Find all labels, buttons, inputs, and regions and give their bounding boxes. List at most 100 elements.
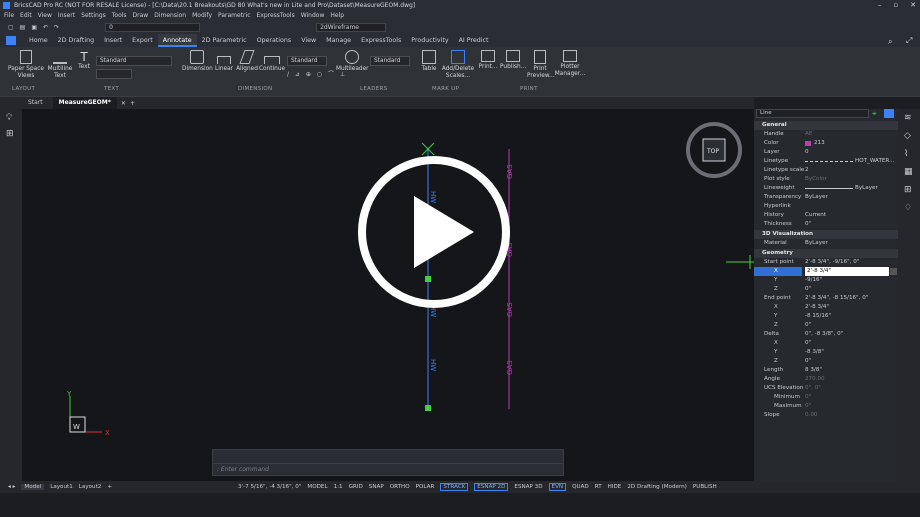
section-general[interactable]: General	[754, 121, 898, 130]
status-hide[interactable]: HIDE	[608, 484, 622, 490]
menu-dimension[interactable]: Dimension	[154, 12, 186, 19]
prop-start-point[interactable]: Start point 2'-8 3/4", -9/16", 0"	[754, 258, 898, 267]
tab-model[interactable]: Model	[21, 484, 45, 490]
aligned-button[interactable]: Aligned	[236, 50, 258, 73]
new-file-icon[interactable]: ▢	[8, 24, 14, 31]
tab-insert[interactable]: Insert	[99, 34, 127, 47]
tab-operations[interactable]: Operations	[252, 34, 297, 47]
plotter-manager-button[interactable]: Plotter Manager...	[554, 50, 586, 77]
leader-style-select[interactable]: Standard	[370, 56, 410, 66]
status-esnap-3d[interactable]: ESNAP 3D	[514, 484, 542, 490]
prop-color[interactable]: Color 213	[754, 139, 898, 148]
add-delete-scales-button[interactable]: Add/Delete Scales...	[441, 50, 475, 79]
tips-icon[interactable]: ♢	[904, 203, 920, 213]
undo-icon[interactable]: ↶	[43, 24, 48, 31]
status-esnap-2d[interactable]: ESNAP 2D	[474, 483, 509, 491]
text-height-select[interactable]	[96, 69, 132, 79]
tab-2d-parametric[interactable]: 2D Parametric	[197, 34, 252, 47]
quick-select-icon[interactable]	[884, 109, 894, 118]
prop-end-x[interactable]: X 2'-8 3/4"	[754, 303, 898, 312]
menu-file[interactable]: File	[4, 12, 14, 19]
dimension-button[interactable]: Dimension	[182, 50, 213, 73]
open-file-icon[interactable]: ▤	[20, 24, 26, 31]
minimize-icon[interactable]: –	[878, 1, 882, 9]
attach-icon[interactable]: ⌇	[904, 149, 920, 159]
menu-modify[interactable]: Modify	[192, 12, 212, 19]
prop-hyperlink[interactable]: Hyperlink	[754, 202, 898, 211]
print-preview-button[interactable]: Print Preview...	[527, 50, 555, 79]
end-grip[interactable]	[425, 405, 431, 411]
publish-button[interactable]: Publish...	[500, 50, 526, 71]
text-button[interactable]: T Text	[76, 50, 92, 71]
tab-home[interactable]: Home	[24, 34, 53, 47]
menu-edit[interactable]: Edit	[20, 12, 32, 19]
menu-window[interactable]: Window	[301, 12, 325, 19]
print-button[interactable]: Print...	[477, 50, 499, 71]
tab-export[interactable]: Export	[127, 34, 158, 47]
tab-ai-predict[interactable]: AI Predict	[454, 34, 494, 47]
prop-end-point[interactable]: End point 2'-8 3/4", -8 15/16", 0"	[754, 294, 898, 303]
structure-icon[interactable]: ⊞	[6, 129, 22, 139]
layer-dropdown[interactable]: 0	[105, 23, 201, 32]
status-rt[interactable]: RT	[595, 484, 602, 490]
status-publish[interactable]: PUBLISH	[693, 484, 717, 490]
status-ortho[interactable]: ORTHO	[390, 484, 410, 490]
prop-history[interactable]: History Current	[754, 211, 898, 220]
close-icon[interactable]: ✕	[910, 1, 916, 9]
prop-end-z[interactable]: Z 0"	[754, 321, 898, 330]
menu-expresstools[interactable]: ExpressTools	[257, 12, 295, 19]
tab-view[interactable]: View	[296, 34, 321, 47]
library-icon[interactable]: ▦	[904, 167, 920, 177]
status-snap[interactable]: SNAP	[369, 484, 384, 490]
close-tab-icon[interactable]: ✕	[121, 100, 126, 107]
status-quad[interactable]: QUAD	[572, 484, 589, 490]
properties-icon[interactable]: ≋	[904, 113, 920, 123]
prop-layer[interactable]: Layer 0	[754, 148, 898, 157]
menu-parametric[interactable]: Parametric	[218, 12, 251, 19]
prop-start-z[interactable]: Z 0"	[754, 285, 898, 294]
tab-productivity[interactable]: Productivity	[406, 34, 453, 47]
status-model[interactable]: MODEL	[307, 484, 327, 490]
prop-transparency[interactable]: Transparency ByLayer	[754, 193, 898, 202]
status-strack[interactable]: STRACK	[440, 483, 469, 491]
command-input[interactable]: : Enter command	[213, 464, 563, 475]
menu-view[interactable]: View	[38, 12, 52, 19]
tab-annotate[interactable]: Annotate	[157, 34, 197, 47]
prop-linetype-scale[interactable]: Linetype scale 2	[754, 166, 898, 175]
section-geometry[interactable]: Geometry	[754, 249, 898, 258]
status-workspace[interactable]: 2D Drafting (Modern)	[627, 484, 687, 490]
paper-space-views-button[interactable]: Paper Space Views	[8, 50, 44, 79]
multiline-text-button[interactable]: Multiline Text	[46, 50, 74, 79]
prop-linetype[interactable]: Linetype HOT_WATER...	[754, 157, 898, 166]
status-grid[interactable]: GRID	[349, 484, 363, 490]
select-objects-icon[interactable]: ⌖	[872, 109, 877, 119]
linear-button[interactable]: Linear	[214, 50, 234, 73]
tab-expresstools[interactable]: ExpressTools	[356, 34, 406, 47]
continue-button[interactable]: Continue	[259, 50, 285, 73]
layers-icon[interactable]: ◇	[904, 131, 920, 141]
status-scale[interactable]: 1:1	[334, 484, 343, 490]
prop-material[interactable]: Material ByLayer	[754, 239, 898, 248]
play-button[interactable]	[358, 156, 510, 308]
menu-insert[interactable]: Insert	[58, 12, 75, 19]
prop-end-y[interactable]: Y -8 15/16"	[754, 312, 898, 321]
search-icon[interactable]: ⌕	[888, 37, 892, 47]
redo-icon[interactable]: ↷	[54, 24, 59, 31]
section-3d-visualization[interactable]: 3D Visualization	[754, 230, 898, 239]
dimension-style-select[interactable]: Standard	[287, 56, 327, 66]
prop-thickness[interactable]: Thickness 0"	[754, 220, 898, 229]
menu-tools[interactable]: Tools	[112, 12, 127, 19]
prop-start-y[interactable]: Y -9/16"	[754, 276, 898, 285]
visual-style-dropdown[interactable]: 2dWireframe	[316, 23, 387, 32]
tab-manage[interactable]: Manage	[321, 34, 356, 47]
menu-draw[interactable]: Draw	[133, 12, 149, 19]
prop-start-x[interactable]: XX2'-8 3/4"	[754, 267, 898, 276]
tab-measuregeom[interactable]: MeasureGEOM*	[52, 97, 117, 109]
tab-layout1[interactable]: Layout1	[50, 484, 73, 490]
nav-arrows-icon[interactable]: ◂ ▸	[8, 484, 15, 490]
expand-icon[interactable]: ⤢	[906, 36, 912, 46]
menu-help[interactable]: Help	[330, 12, 344, 19]
new-tab-icon[interactable]: +	[130, 100, 135, 107]
lightbulb-icon[interactable]: 💡︎	[6, 113, 22, 123]
prop-lineweight[interactable]: Lineweight ByLayer	[754, 184, 898, 193]
